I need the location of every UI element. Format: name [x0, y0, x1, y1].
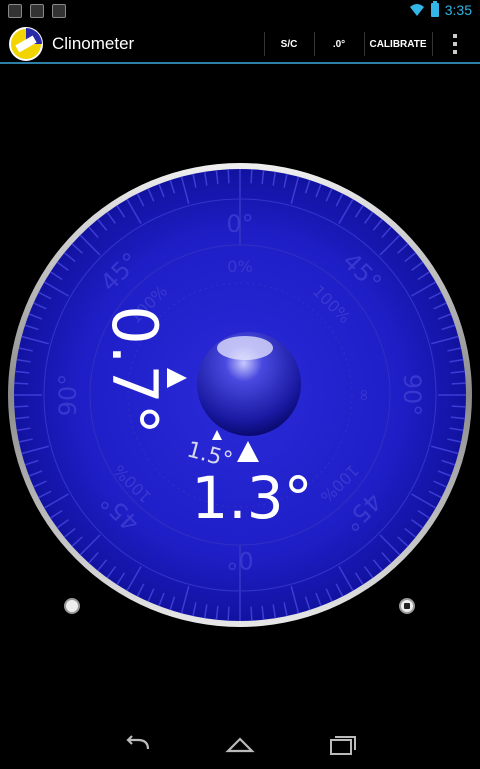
divider: [264, 32, 265, 56]
divider: [314, 32, 315, 56]
calibrate-button[interactable]: CALIBRATE: [366, 24, 430, 64]
tick-mark: [14, 382, 29, 385]
back-icon[interactable]: [122, 731, 154, 759]
scale-label-right-inner: ∞: [355, 388, 374, 401]
clinometer-dial: 0° 0% 45° 45° 100% 100% 90° 90° ∞ 100% 1…: [8, 163, 472, 627]
home-icon[interactable]: [224, 731, 256, 759]
zero-button[interactable]: .0°: [316, 24, 362, 64]
status-bar: 3:35: [0, 0, 480, 24]
navigation-bar: [0, 721, 480, 769]
divider: [364, 32, 365, 56]
battery-icon: [430, 1, 439, 17]
game-controller-icon: [52, 4, 66, 18]
tick-mark: [14, 405, 29, 408]
scale-label-top-deg: 0°: [226, 210, 253, 238]
divider: [432, 32, 433, 56]
scale-label-bottom-deg: 0°: [226, 546, 253, 574]
notification-icons: [8, 4, 66, 18]
tick-mark: [451, 382, 466, 385]
sc-button[interactable]: S/C: [266, 24, 312, 64]
scale-label-right-deg: 90°: [398, 374, 426, 417]
horizontal-angle-reading: 1.3°: [191, 464, 312, 532]
tick-mark: [227, 606, 230, 621]
tick-mark: [250, 606, 253, 621]
wifi-icon: [409, 2, 425, 18]
notification-icon: [8, 4, 22, 18]
tick-mark: [227, 169, 230, 184]
bubble-highlight: [217, 336, 273, 360]
tick-mark: [250, 169, 253, 184]
recent-apps-icon[interactable]: [326, 731, 358, 759]
image-notification-icon: [30, 4, 44, 18]
lock-toggle[interactable]: [399, 598, 415, 614]
action-bar: Clinometer S/C .0° CALIBRATE: [0, 24, 480, 64]
scale-label-top-pct: 0%: [227, 257, 252, 276]
app-logo-icon[interactable]: [8, 26, 44, 62]
overflow-menu-icon[interactable]: [448, 34, 462, 54]
tick-mark: [451, 405, 466, 408]
scale-label-left-deg: 90°: [54, 374, 82, 417]
hold-toggle[interactable]: [64, 598, 80, 614]
app-title: Clinometer: [52, 34, 135, 53]
vertical-angle-reading: 0.7°: [98, 305, 171, 435]
status-time: 3:35: [444, 2, 472, 18]
